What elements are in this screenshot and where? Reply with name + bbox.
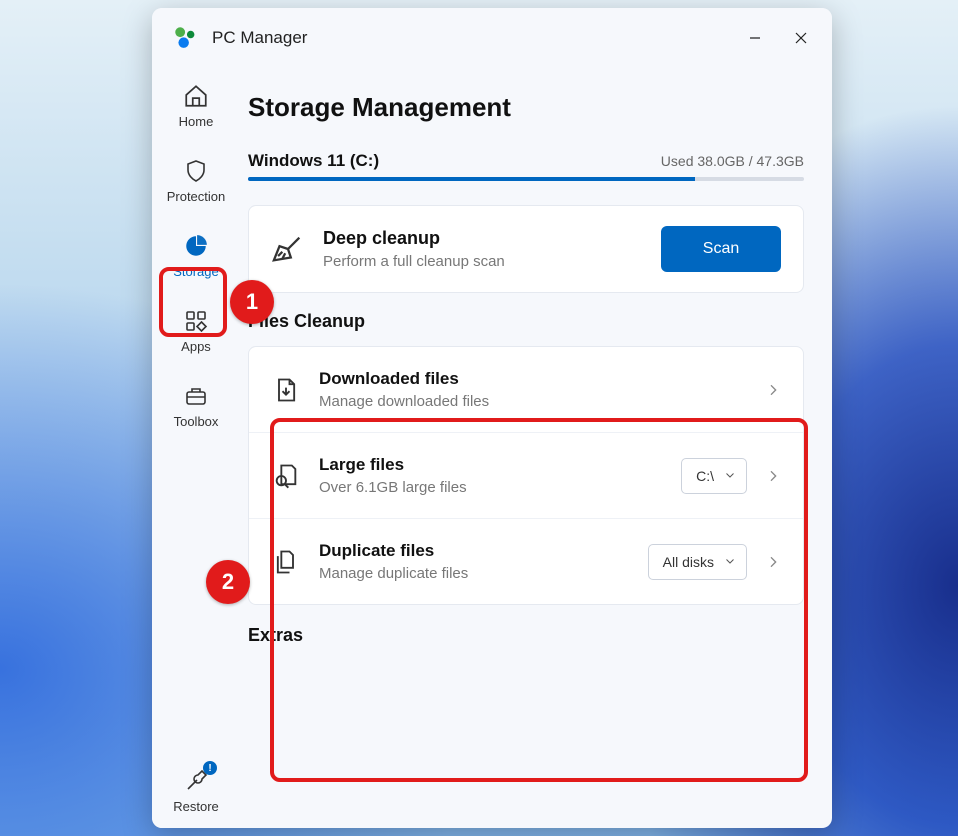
- large-files-disk-select[interactable]: C:\: [681, 458, 747, 494]
- large-files-title: Large files: [319, 455, 663, 475]
- drive-usage-bar-fill: [248, 177, 695, 181]
- sidebar-item-restore[interactable]: ! Restore: [161, 763, 231, 818]
- drive-summary: Windows 11 (C:) Used 38.0GB / 47.3GB: [248, 151, 804, 171]
- broom-icon: [271, 232, 305, 266]
- downloaded-files-row[interactable]: Downloaded files Manage downloaded files: [249, 347, 803, 433]
- disk-select-value: C:\: [696, 468, 714, 484]
- chevron-down-icon: [724, 554, 736, 570]
- titlebar: PC Manager: [152, 8, 832, 68]
- extras-heading: Extras: [248, 625, 804, 646]
- deep-cleanup-subtitle: Perform a full cleanup scan: [323, 253, 643, 270]
- sidebar-item-protection[interactable]: Protection: [161, 153, 231, 208]
- download-file-icon: [271, 375, 301, 405]
- drive-name: Windows 11 (C:): [248, 151, 379, 171]
- downloaded-files-subtitle: Manage downloaded files: [319, 393, 747, 410]
- main-content: Storage Management Windows 11 (C:) Used …: [240, 68, 832, 828]
- duplicate-files-disk-select[interactable]: All disks: [648, 544, 747, 580]
- pie-chart-icon: [182, 232, 210, 260]
- app-logo-icon: [172, 24, 200, 52]
- chevron-right-icon: [765, 554, 781, 570]
- chevron-right-icon: [765, 382, 781, 398]
- toolbox-icon: [182, 382, 210, 410]
- duplicate-files-row[interactable]: Duplicate files Manage duplicate files A…: [249, 519, 803, 604]
- sidebar: Home Protection Storage Apps: [152, 68, 240, 828]
- sidebar-item-home[interactable]: Home: [161, 78, 231, 133]
- large-files-sub-prefix: Over: [319, 479, 356, 496]
- alert-badge-icon: !: [203, 761, 217, 775]
- drive-usage: Used 38.0GB / 47.3GB: [661, 153, 804, 169]
- disk-select-value: All disks: [663, 554, 714, 570]
- app-window: PC Manager Home Protection: [152, 8, 832, 828]
- large-files-size: 6.1GB: [356, 479, 399, 496]
- app-title: PC Manager: [212, 28, 732, 48]
- sidebar-item-label: Apps: [181, 339, 211, 354]
- sidebar-item-label: Home: [179, 114, 214, 129]
- sidebar-item-label: Restore: [173, 799, 219, 814]
- chevron-down-icon: [724, 468, 736, 484]
- search-file-icon: [271, 461, 301, 491]
- minimize-button[interactable]: [732, 18, 778, 58]
- files-cleanup-heading: Files Cleanup: [248, 311, 804, 332]
- deep-cleanup-card: Deep cleanup Perform a full cleanup scan…: [248, 205, 804, 293]
- chevron-right-icon: [765, 468, 781, 484]
- large-files-subtitle: Over 6.1GB large files: [319, 479, 663, 496]
- apps-icon: [182, 307, 210, 335]
- downloaded-files-title: Downloaded files: [319, 369, 747, 389]
- sidebar-item-label: Protection: [167, 189, 226, 204]
- large-files-sub-suffix: large files: [398, 479, 466, 496]
- scan-button[interactable]: Scan: [661, 226, 781, 272]
- shield-icon: [182, 157, 210, 185]
- sidebar-item-label: Storage: [173, 264, 219, 279]
- drive-usage-bar: [248, 177, 804, 181]
- page-title: Storage Management: [248, 92, 804, 123]
- sidebar-item-storage[interactable]: Storage: [161, 228, 231, 283]
- duplicate-files-subtitle: Manage duplicate files: [319, 565, 630, 582]
- duplicate-files-title: Duplicate files: [319, 541, 630, 561]
- sidebar-item-label: Toolbox: [174, 414, 219, 429]
- sidebar-item-apps[interactable]: Apps: [161, 303, 231, 358]
- files-cleanup-list: Downloaded files Manage downloaded files…: [248, 346, 804, 605]
- deep-cleanup-title: Deep cleanup: [323, 228, 643, 249]
- close-button[interactable]: [778, 18, 824, 58]
- sidebar-item-toolbox[interactable]: Toolbox: [161, 378, 231, 433]
- home-icon: [182, 82, 210, 110]
- duplicate-files-icon: [271, 547, 301, 577]
- large-files-row[interactable]: Large files Over 6.1GB large files C:\: [249, 433, 803, 519]
